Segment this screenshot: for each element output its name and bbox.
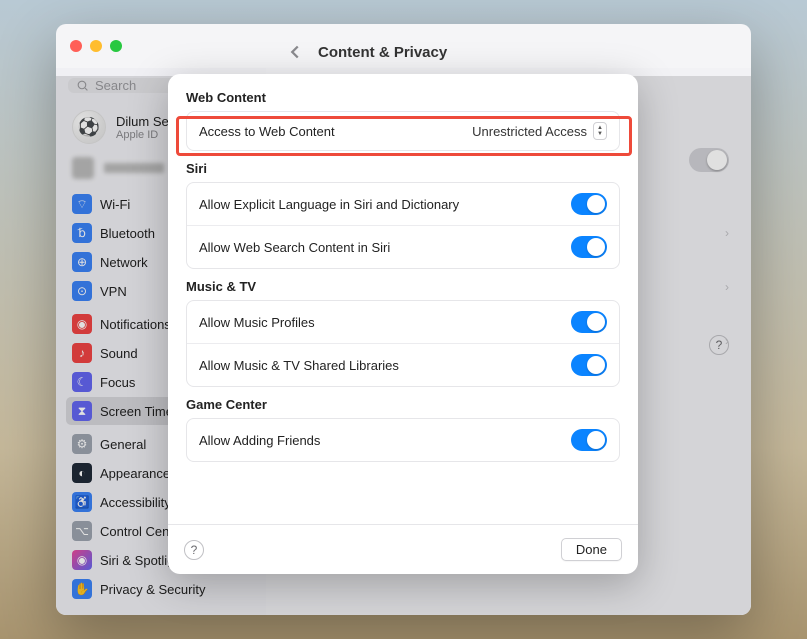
siri-icon: ◉	[72, 550, 92, 570]
sheet-scroll[interactable]: Web Content Access to Web Content Unrest…	[168, 74, 638, 524]
done-button[interactable]: Done	[561, 538, 622, 561]
sidebar-item-label: VPN	[100, 284, 127, 299]
sidebar-item-label: Notifications	[100, 317, 171, 332]
row-label: Access to Web Content	[199, 124, 472, 139]
section-title-web: Web Content	[186, 90, 620, 105]
sheet-footer: ? Done	[168, 524, 638, 574]
row-label: Allow Music Profiles	[199, 315, 571, 330]
sidebar-item-label: Bluetooth	[100, 226, 155, 241]
network-icon: ⊕	[72, 252, 92, 272]
chevron-up-down-icon: ▲▼	[593, 122, 607, 140]
row-label: Allow Web Search Content in Siri	[199, 240, 571, 255]
page-title: Content & Privacy	[318, 44, 447, 61]
sound-icon: ♪	[72, 343, 92, 363]
focus-icon: ☾	[72, 372, 92, 392]
help-button[interactable]: ?	[184, 540, 204, 560]
accessibility-icon: ♿	[72, 492, 92, 512]
hourglass-icon: ⧗	[72, 401, 92, 421]
sidebar-item-label: General	[100, 437, 146, 452]
music-shared-toggle[interactable]	[571, 354, 607, 376]
minimize-window-button[interactable]	[90, 40, 102, 52]
sidebar-item-label: Wi-Fi	[100, 197, 130, 212]
bell-icon: ◉	[72, 314, 92, 334]
sidebar-item-label: Focus	[100, 375, 135, 390]
avatar: ⚽	[72, 110, 106, 144]
section-title-siri: Siri	[186, 161, 620, 176]
back-button[interactable]	[284, 41, 306, 63]
sidebar-item-label: Network	[100, 255, 148, 270]
row-music-shared: Allow Music & TV Shared Libraries	[187, 343, 619, 386]
content-privacy-toggle[interactable]	[689, 148, 729, 172]
chevron-right-icon: ›	[725, 280, 729, 294]
help-button[interactable]: ?	[709, 335, 729, 355]
switches-icon: ⌥	[72, 521, 92, 541]
row-label: Allow Music & TV Shared Libraries	[199, 358, 571, 373]
close-window-button[interactable]	[70, 40, 82, 52]
section-title-game: Game Center	[186, 397, 620, 412]
search-placeholder: Search	[95, 78, 136, 93]
group-game: Allow Adding Friends	[186, 418, 620, 462]
row-music-profiles: Allow Music Profiles	[187, 301, 619, 343]
search-icon	[76, 79, 89, 92]
sidebar-item-label: Appearance	[100, 466, 170, 481]
siri-explicit-toggle[interactable]	[571, 193, 607, 215]
user-subtitle: Apple ID	[116, 129, 176, 141]
group-web: Access to Web Content Unrestricted Acces…	[186, 111, 620, 151]
row-label: Allow Explicit Language in Siri and Dict…	[199, 197, 571, 212]
content-privacy-sheet: Web Content Access to Web Content Unrest…	[168, 74, 638, 574]
row-label: Allow Adding Friends	[199, 433, 571, 448]
chevron-right-icon: ›	[725, 226, 729, 240]
vpn-icon: ⊙	[72, 281, 92, 301]
sidebar-item-label: Sound	[100, 346, 138, 361]
web-access-dropdown[interactable]: Unrestricted Access ▲▼	[472, 122, 607, 140]
traffic-lights	[70, 40, 122, 52]
siri-websearch-toggle[interactable]	[571, 236, 607, 258]
row-siri-websearch: Allow Web Search Content in Siri	[187, 225, 619, 268]
row-web-access[interactable]: Access to Web Content Unrestricted Acces…	[187, 112, 619, 150]
game-friends-toggle[interactable]	[571, 429, 607, 451]
sidebar-item-label: Screen Time	[100, 404, 173, 419]
group-siri: Allow Explicit Language in Siri and Dict…	[186, 182, 620, 269]
wifi-icon: ⌔	[72, 194, 92, 214]
zoom-window-button[interactable]	[110, 40, 122, 52]
sidebar-item-label: Privacy & Security	[100, 582, 205, 597]
sidebar-item-privacy-security[interactable]: ✋ Privacy & Security	[66, 575, 256, 603]
bluetooth-icon: ␢	[72, 223, 92, 243]
hand-icon: ✋	[72, 579, 92, 599]
sidebar-item-label: Accessibility	[100, 495, 171, 510]
section-title-music: Music & TV	[186, 279, 620, 294]
group-music: Allow Music Profiles Allow Music & TV Sh…	[186, 300, 620, 387]
row-game-friends: Allow Adding Friends	[187, 419, 619, 461]
row-siri-explicit: Allow Explicit Language in Siri and Dict…	[187, 183, 619, 225]
appearance-icon: ◐	[72, 463, 92, 483]
gear-icon: ⚙	[72, 434, 92, 454]
user-name: Dilum Sen	[116, 114, 176, 129]
music-profiles-toggle[interactable]	[571, 311, 607, 333]
dropdown-value: Unrestricted Access	[472, 124, 587, 139]
